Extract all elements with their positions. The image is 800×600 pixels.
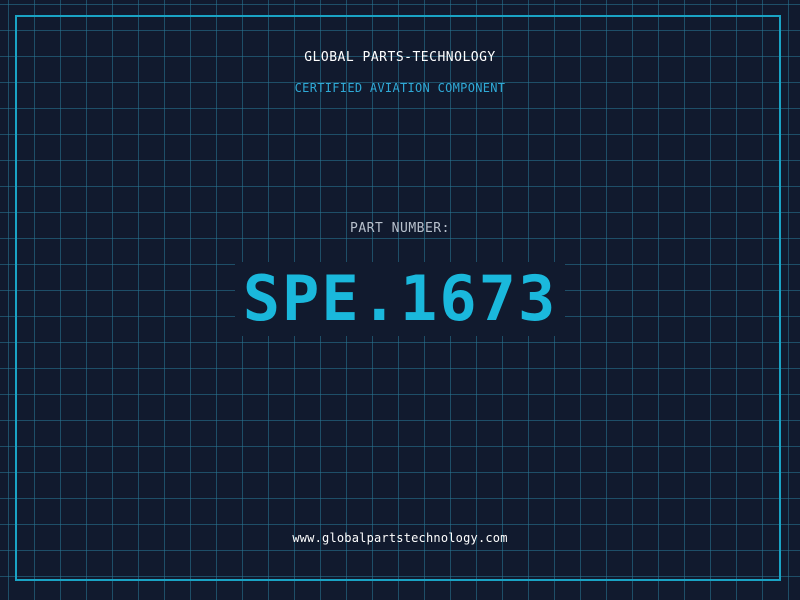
part-number-label: PART NUMBER: (350, 221, 450, 236)
certification-subtitle: CERTIFIED AVIATION COMPONENT (294, 81, 506, 95)
website-url: www.globalpartstechnology.com (292, 531, 508, 545)
part-label-page: GLOBAL PARTS-TECHNOLOGY CERTIFIED AVIATI… (0, 0, 800, 600)
part-number-value: SPE.1673 (234, 262, 566, 336)
company-name: GLOBAL PARTS-TECHNOLOGY (304, 50, 496, 65)
part-number-container: SPE.1673 (0, 262, 800, 336)
